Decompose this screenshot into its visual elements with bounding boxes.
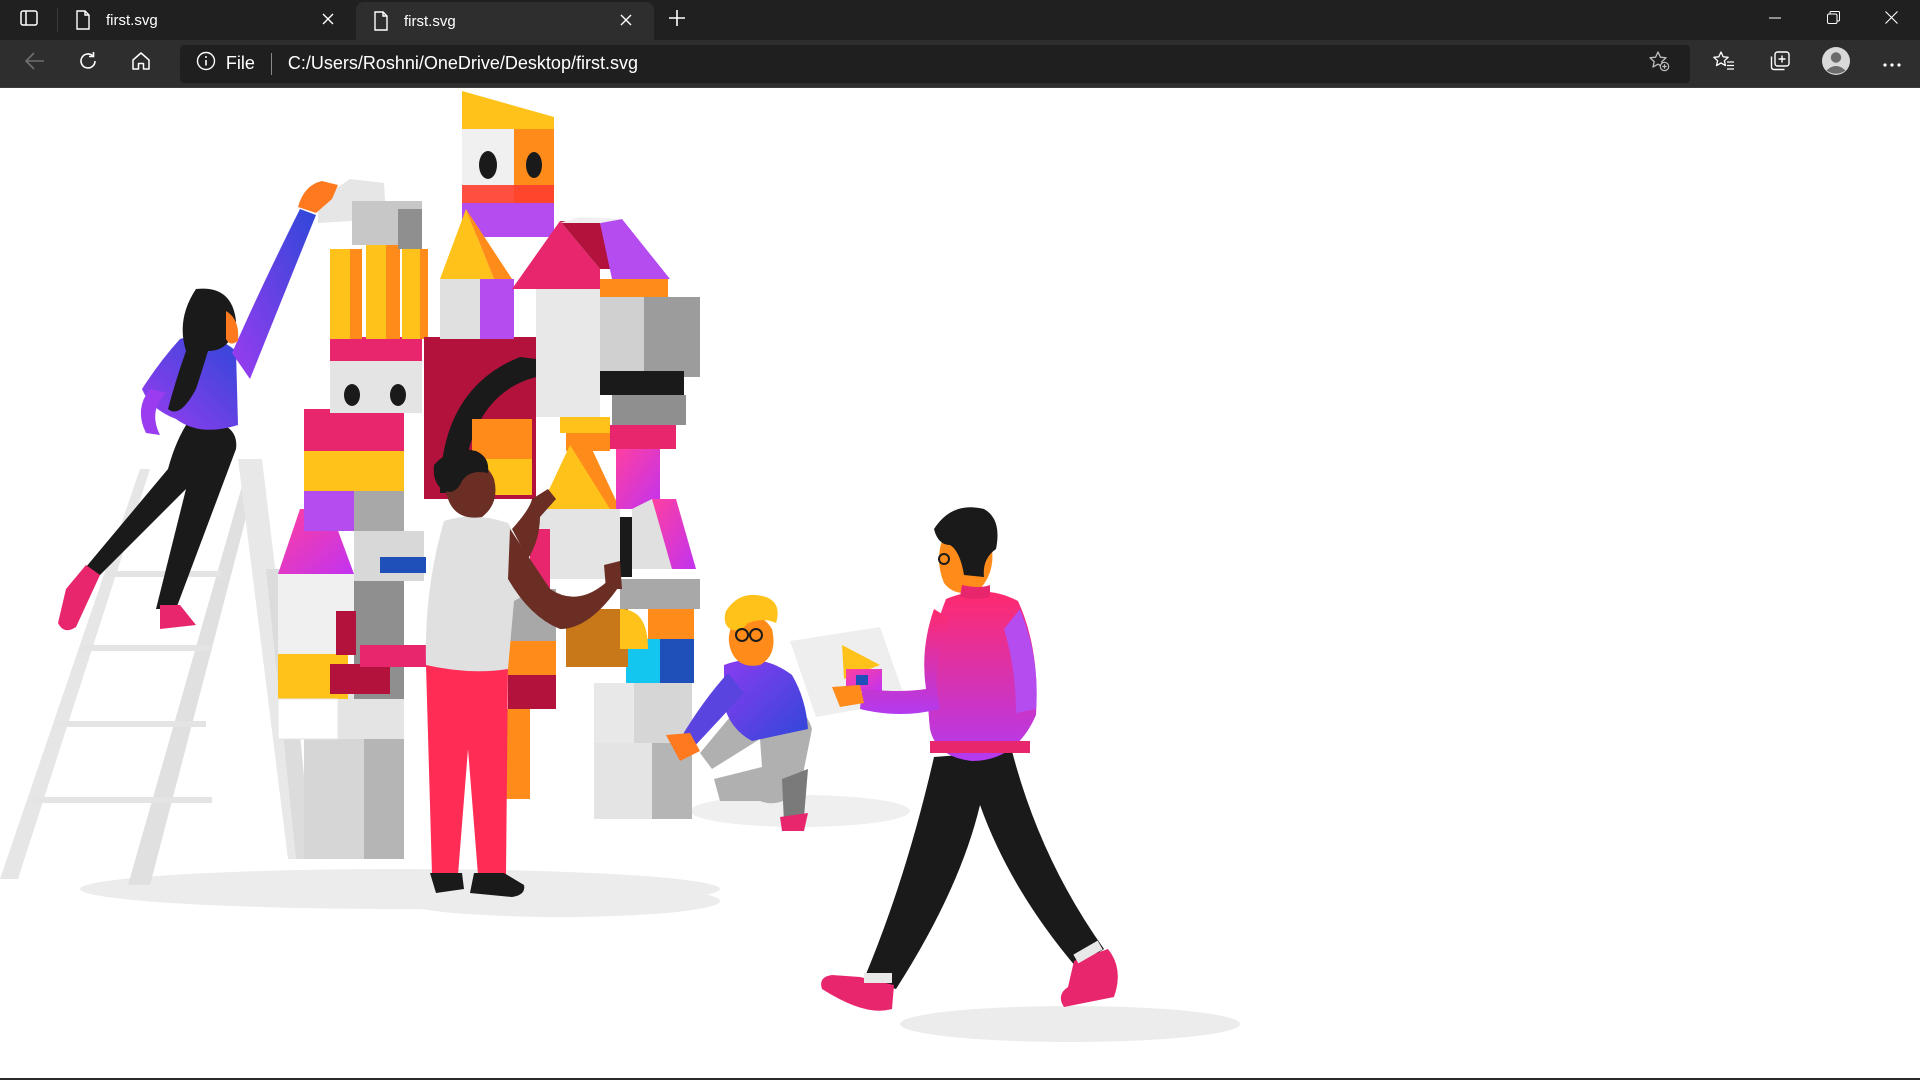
collections-button[interactable]	[1752, 40, 1808, 88]
ladder	[0, 459, 312, 885]
tab-close-button[interactable]	[612, 7, 640, 35]
tab-title: first.svg	[106, 11, 158, 29]
address-separator	[270, 52, 272, 75]
add-favorite-button[interactable]	[1642, 50, 1676, 77]
restore-button[interactable]	[1804, 0, 1862, 40]
document-icon	[72, 9, 94, 31]
url-text[interactable]: C:/Users/Roshni/OneDrive/Desktop/first.s…	[288, 53, 1642, 74]
favorites-button[interactable]	[1696, 40, 1752, 88]
settings-more-button[interactable]	[1864, 40, 1920, 88]
favorites-icon	[1712, 50, 1736, 77]
minimize-icon	[1769, 11, 1781, 29]
page-content	[0, 89, 1920, 1078]
building-blocks-illustration	[0, 91, 1240, 1042]
address-bar[interactable]: File C:/Users/Roshni/OneDrive/Desktop/fi…	[179, 44, 1690, 83]
back-arrow-icon	[24, 52, 45, 75]
close-icon	[620, 13, 632, 30]
more-icon	[1882, 55, 1902, 73]
tab-strip: first.svg first.svg	[0, 0, 1920, 40]
toolbar-actions	[1696, 40, 1920, 88]
info-icon	[196, 51, 216, 76]
tab-strip-drag-area[interactable]	[700, 0, 1746, 40]
tab-close-button[interactable]	[314, 6, 342, 34]
star-add-icon	[1648, 50, 1670, 77]
refresh-button[interactable]	[61, 40, 114, 88]
restore-icon	[1826, 11, 1840, 29]
tab-first-svg-1[interactable]: first.svg	[58, 0, 356, 40]
collections-icon	[1769, 50, 1791, 77]
document-icon	[370, 10, 392, 32]
tab-actions-icon	[19, 9, 38, 31]
tab-title: first.svg	[404, 12, 456, 30]
close-window-button[interactable]	[1862, 0, 1920, 40]
home-icon	[131, 51, 151, 76]
tab-actions-button[interactable]	[0, 8, 58, 32]
site-info-button[interactable]: File	[196, 51, 255, 76]
refresh-icon	[78, 51, 98, 76]
new-tab-button[interactable]	[654, 0, 700, 40]
window-controls	[1746, 0, 1920, 40]
back-button[interactable]	[8, 40, 61, 88]
home-button[interactable]	[115, 40, 168, 88]
minimize-button[interactable]	[1746, 0, 1804, 40]
close-icon	[1884, 11, 1898, 29]
profile-avatar-icon	[1821, 46, 1851, 81]
plus-icon	[668, 9, 686, 32]
close-icon	[322, 12, 334, 29]
walking-man-with-plan	[790, 507, 1118, 1011]
tab-first-svg-2[interactable]: first.svg	[356, 2, 654, 40]
scheme-label: File	[225, 53, 255, 73]
navigation-toolbar: File C:/Users/Roshni/OneDrive/Desktop/fi…	[0, 40, 1920, 88]
profile-button[interactable]	[1808, 40, 1864, 88]
